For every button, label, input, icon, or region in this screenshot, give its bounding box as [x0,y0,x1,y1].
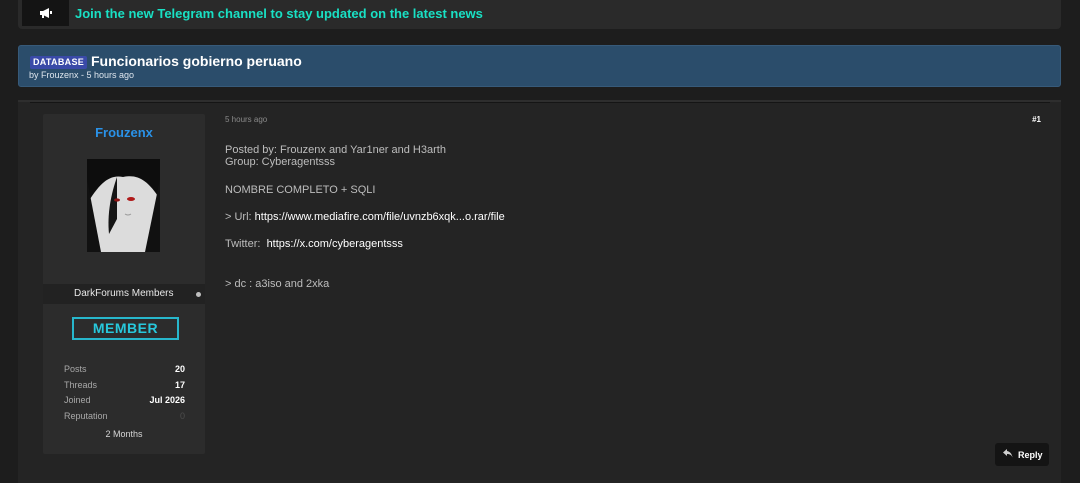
member-duration: 2 Months [105,429,143,439]
twitter-link[interactable]: https://x.com/cyberagentsss [267,238,403,250]
avatar[interactable] [87,159,160,252]
reply-label: Reply [1018,450,1043,460]
stat-value: Jul 2026 [149,395,185,405]
group-line: Group: Cyberagentsss [225,156,336,168]
announcement-bar: Join the new Telegram channel to stay up… [18,0,1061,29]
author-panel: Frouzenx DarkForums Members MEMBER Posts… [43,114,205,454]
divider [30,102,1050,103]
twitter-prefix: Twitter: [225,238,267,250]
telegram-announcement-link[interactable]: Join the new Telegram channel to stay up… [75,6,483,21]
stat-posts: Posts 20 [64,364,185,380]
post: Frouzenx DarkForums Members MEMBER Posts… [18,100,1061,483]
author-username-link[interactable]: Frouzenx [43,125,205,140]
reply-icon [1003,449,1013,460]
author-stats: Posts 20 Threads 17 Joined Jul 2026 Repu… [64,364,185,426]
stat-label: Joined [64,395,91,405]
url-line: > Url: https://www.mediafire.com/file/uv… [225,211,1025,223]
thread-header: DATABASE Funcionarios gobierno peruano b… [18,45,1061,87]
online-status-dot [196,292,201,297]
megaphone-icon [22,0,69,26]
twitter-line: Twitter: https://x.com/cyberagentsss [225,238,1025,250]
thread-prefix-badge: DATABASE [30,56,88,69]
mediafire-link[interactable]: https://www.mediafire.com/file/uvnzb6xqk… [255,211,505,223]
thread-title: Funcionarios gobierno peruano [91,53,302,69]
stat-value: 20 [174,364,185,374]
usergroup-row: DarkForums Members [43,284,205,304]
stat-label: Posts [64,364,87,374]
stat-value: 17 [174,379,185,390]
nombre-line: NOMBRE COMPLETO + SQLI [225,184,376,196]
usergroup-label: DarkForums Members [74,288,174,299]
stat-reputation: Reputation 0 [64,411,185,427]
post-body: Posted by: Frouzenx and Yar1ner and H3ar… [225,144,1025,290]
rank-badge: MEMBER [72,317,179,340]
stat-joined: Joined Jul 2026 [64,395,185,411]
reply-button[interactable]: Reply [995,443,1049,466]
thread-meta: by Frouzenx - 5 hours ago [29,70,135,80]
url-prefix: > Url: [225,211,255,223]
stat-value: 0 [179,410,185,421]
stat-label: Threads [64,379,98,390]
stat-label: Reputation [64,410,108,421]
dc-line: > dc : a3iso and 2xka [225,278,330,290]
posted-by-line: Posted by: Frouzenx and Yar1ner and H3ar… [225,144,446,156]
stat-threads: Threads 17 [64,380,185,396]
post-date: 5 hours ago [225,115,268,124]
post-number-link[interactable]: #1 [1032,115,1041,124]
